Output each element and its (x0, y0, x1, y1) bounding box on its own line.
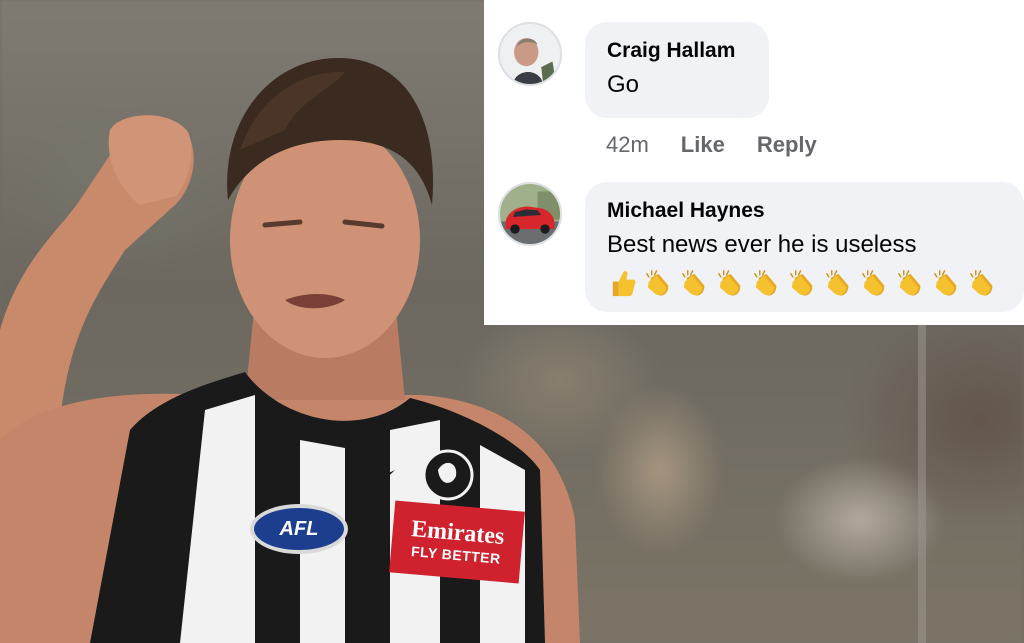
afl-badge-text: AFL (279, 517, 319, 540)
profile-photo-icon (500, 24, 560, 84)
comment-actions: 42m Like Reply (606, 131, 817, 159)
clapping-hands-icon (934, 270, 957, 296)
clapping-hands-icon (718, 270, 741, 296)
clapping-hands-icon (826, 270, 849, 296)
comment-panel: Craig Hallam Go 42m Like Reply Michael H… (484, 0, 1024, 325)
clapping-hands-icon (790, 270, 813, 296)
comment-bubble: Michael Haynes Best news ever he is usel… (585, 182, 1024, 312)
photo-seam (918, 325, 926, 643)
clapping-hands-icon (862, 270, 885, 296)
afl-badge: AFL (250, 504, 348, 554)
thumbs-up-icon (612, 271, 636, 297)
clapping-hands-icon (646, 270, 669, 296)
comment-author[interactable]: Craig Hallam (607, 38, 747, 64)
clapping-hands-icon (970, 270, 993, 296)
comment-bubble: Craig Hallam Go (585, 22, 769, 118)
reply-link[interactable]: Reply (757, 131, 817, 159)
sponsor-patch: Emirates FLY BETTER (389, 500, 525, 584)
avatar-craig-hallam[interactable] (498, 22, 562, 86)
clapping-hands-icon (682, 270, 705, 296)
like-link[interactable]: Like (681, 131, 725, 159)
clapping-hands-icon (754, 270, 777, 296)
comment-timestamp[interactable]: 42m (606, 131, 649, 159)
comment-text: Go (607, 71, 640, 98)
comment-author[interactable]: Michael Haynes (607, 198, 1002, 224)
emoji-row (607, 268, 1002, 299)
red-car-profile-photo-icon (500, 184, 560, 244)
avatar-michael-haynes[interactable] (498, 182, 562, 246)
clapping-hands-icon (898, 270, 921, 296)
comment-text: Best news ever he is useless (607, 231, 917, 258)
